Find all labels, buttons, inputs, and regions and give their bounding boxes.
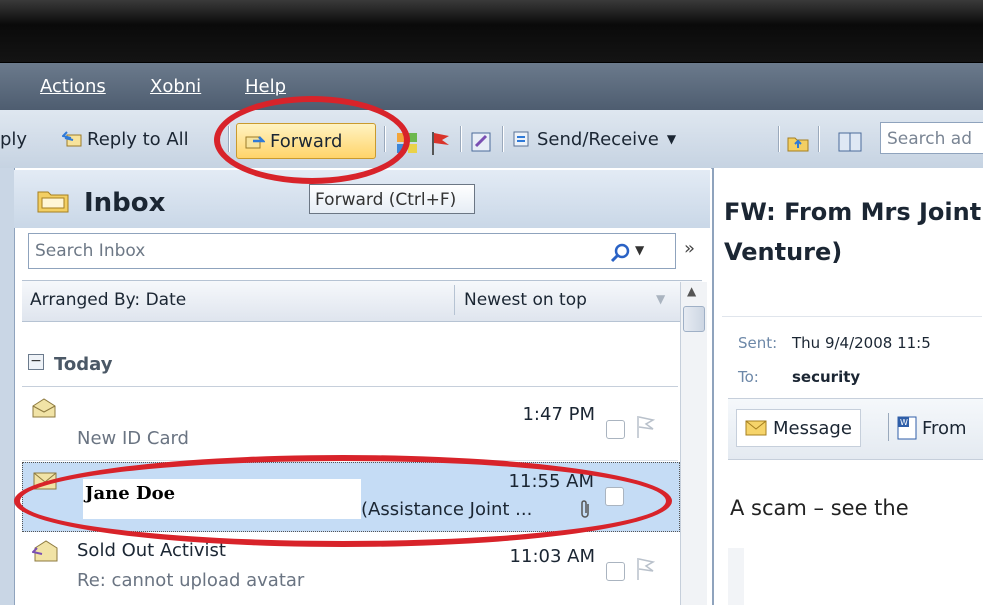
reply-button-label: ply (0, 128, 28, 150)
body-quote-edge (728, 548, 744, 605)
column-divider (454, 285, 455, 315)
folder-up-icon[interactable] (786, 130, 810, 154)
address-book-book-icon[interactable] (838, 132, 862, 152)
reply-all-button[interactable]: Reply to All (62, 124, 189, 154)
collapse-icon[interactable]: − (28, 354, 44, 370)
menu-actions[interactable]: Actions (40, 76, 106, 97)
message-tab[interactable]: Message (736, 409, 861, 447)
sort-chevron-icon[interactable]: ▼ (656, 292, 665, 306)
inbox-title: Inbox (84, 188, 166, 218)
message-tab-label: Message (773, 417, 852, 439)
reading-pane: FW: From Mrs Joint Venture) Sent: Thu 9/… (712, 168, 983, 605)
send-receive-label: Send/Receive (537, 128, 659, 150)
to-label: To: (738, 368, 759, 386)
tab-divider (888, 413, 889, 441)
forward-tooltip: Forward (Ctrl+F) (309, 184, 475, 214)
group-header-today[interactable]: − Today (26, 348, 676, 382)
inbox-folder-icon (37, 191, 69, 213)
address-book-icon[interactable] (470, 130, 494, 154)
search-address-books-input[interactable]: Search ad (880, 122, 983, 154)
attachment-tab-label: From (922, 417, 967, 439)
scroll-up-arrow-icon[interactable]: ▲ (687, 284, 696, 298)
envelope-icon (745, 420, 767, 436)
svg-text:W: W (900, 418, 908, 427)
send-receive-icon (513, 131, 529, 147)
group-label: Today (54, 354, 113, 375)
sent-value: Thu 9/4/2008 11:5 (792, 334, 931, 352)
toolbar-divider (818, 126, 819, 152)
message-body: A scam – see the (730, 496, 909, 520)
message-subject: Re: cannot upload avatar (77, 570, 305, 591)
reply-button[interactable]: ply (0, 124, 27, 154)
message-time: 1:47 PM (522, 404, 595, 425)
reply-all-label: Reply to All (87, 128, 189, 150)
expand-search-chevron-icon[interactable]: » (684, 238, 695, 259)
group-divider (22, 386, 678, 387)
annotation-circle-forward (214, 96, 410, 184)
arrange-by-bar[interactable]: Arranged By: Date Newest on top ▼ (22, 280, 702, 322)
annotation-circle-message (14, 455, 672, 547)
follow-up-flag-icon[interactable] (430, 130, 452, 156)
to-value[interactable]: security (792, 368, 860, 386)
replied-envelope-icon (32, 540, 58, 562)
opened-envelope-icon (32, 398, 56, 418)
search-options-chevron-icon[interactable]: ▼ (635, 243, 644, 257)
toolbar-divider (460, 126, 461, 152)
message-subject: New ID Card (77, 428, 189, 449)
message-list-scrollbar[interactable]: ▲ (680, 282, 707, 605)
attachment-tab[interactable]: W From (896, 413, 967, 443)
message-attachment-bar: Message W From (728, 398, 983, 460)
reply-all-icon (62, 131, 82, 147)
sort-order-label[interactable]: Newest on top (464, 290, 587, 310)
menu-xobni[interactable]: Xobni (150, 76, 201, 97)
sent-label: Sent: (738, 334, 778, 352)
toolbar-divider (778, 126, 779, 152)
flag-outline-icon[interactable] (635, 414, 655, 440)
menu-help[interactable]: Help (245, 76, 286, 97)
search-icon[interactable] (609, 242, 631, 264)
menu-bar: Actions Xobni Help (0, 63, 983, 110)
header-divider (722, 316, 982, 317)
search-inbox-placeholder: Search Inbox (35, 241, 146, 261)
message-sender: Sold Out Activist (77, 540, 226, 561)
word-document-icon: W (897, 416, 917, 440)
toolbar: ply Reply to All Forward Send/Receive ▼ (0, 110, 983, 169)
category-checkbox[interactable] (606, 420, 625, 439)
message-row[interactable]: New ID Card 1:47 PM (22, 392, 680, 464)
chevron-down-icon[interactable]: ▼ (667, 132, 676, 146)
navigation-pane-edge (0, 168, 14, 605)
scrollbar-thumb[interactable] (683, 306, 705, 332)
category-checkbox[interactable] (606, 562, 625, 581)
flag-outline-icon[interactable] (635, 556, 655, 582)
toolbar-divider (502, 126, 503, 152)
search-inbox-input[interactable]: Search Inbox ▼ (28, 233, 676, 269)
send-receive-button[interactable]: Send/Receive ▼ (512, 124, 676, 154)
window-title-bar (0, 0, 983, 63)
message-subject-title: FW: From Mrs Joint Venture) (724, 198, 982, 266)
message-time: 11:03 AM (509, 546, 595, 567)
arranged-by-label[interactable]: Arranged By: Date (30, 290, 186, 310)
